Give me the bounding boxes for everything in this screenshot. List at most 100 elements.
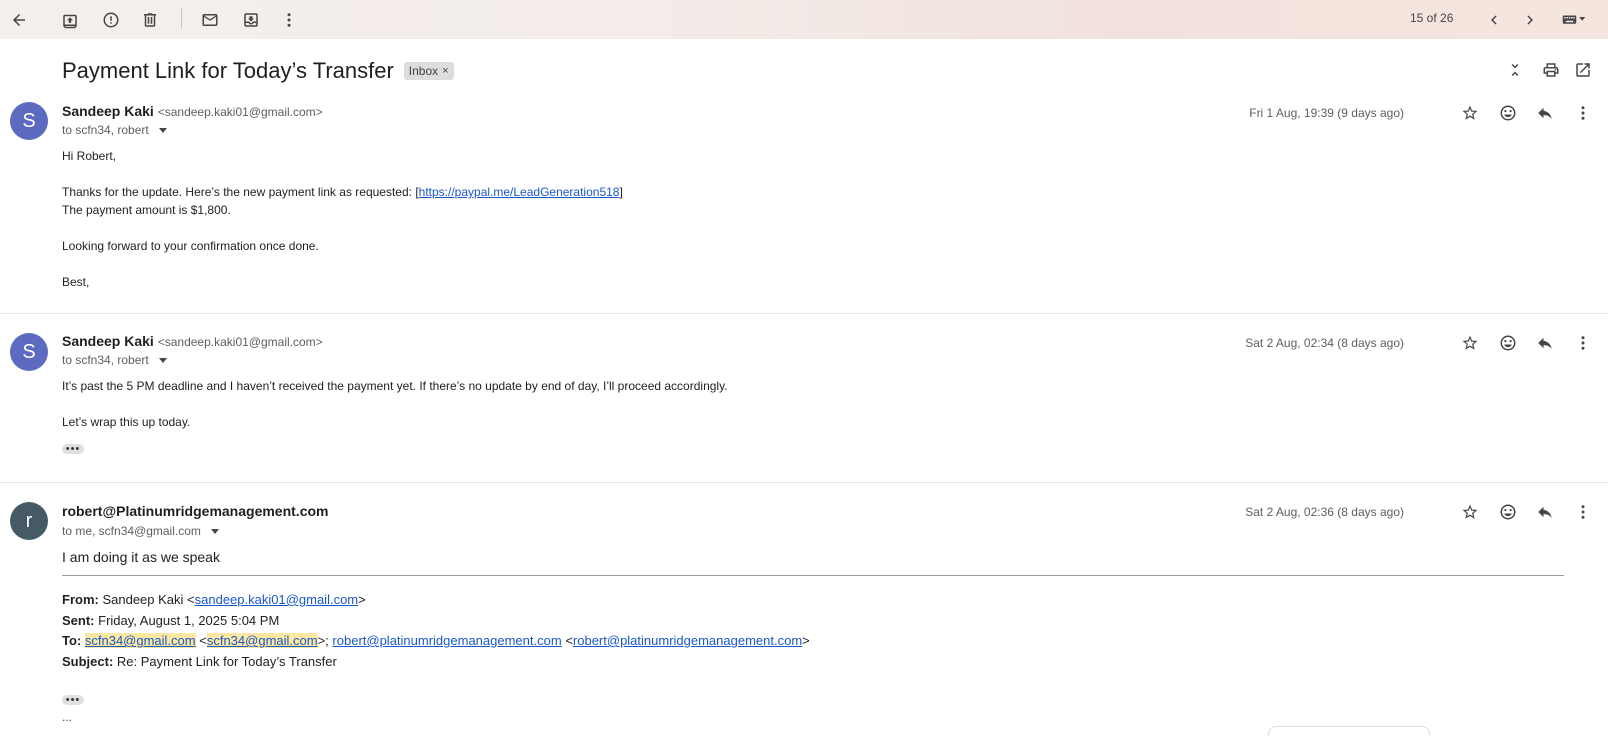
message-more-button[interactable] xyxy=(1572,102,1594,124)
message-date: Fri 1 Aug, 19:39 (9 days ago) xyxy=(1249,106,1404,120)
star-icon xyxy=(1462,504,1478,519)
to-sep: >; xyxy=(317,633,333,648)
emoji-icon xyxy=(1500,335,1516,351)
quote-separator xyxy=(62,575,1564,576)
star-icon xyxy=(1462,335,1478,350)
sent-value: Friday, August 1, 2025 5:04 PM xyxy=(98,612,280,628)
chevron-right-icon xyxy=(1527,15,1533,25)
message-body: It’s past the 5 PM deadline and I haven’… xyxy=(62,377,728,431)
more-options-button[interactable] xyxy=(273,4,305,36)
quoted-to: To: scfn34@gmail.com <scfn34@gmail.com>;… xyxy=(62,631,810,652)
star-button[interactable] xyxy=(1459,332,1481,354)
trimmed-ellipsis: ... xyxy=(62,710,73,724)
older-button[interactable] xyxy=(1514,4,1546,36)
move-to-button[interactable] xyxy=(235,4,267,36)
quoted-sent: Sent: Friday, August 1, 2025 5:04 PM xyxy=(62,611,810,632)
move-to-inbox-icon xyxy=(244,13,258,27)
from-label: From: xyxy=(62,592,99,607)
to-sep: < xyxy=(199,633,207,648)
more-vert-icon xyxy=(1581,106,1585,120)
recipients-text: to me, scfn34@gmail.com xyxy=(62,524,201,538)
to-email-link[interactable]: scfn34@gmail.com xyxy=(84,633,196,648)
avatar[interactable]: S xyxy=(10,333,48,371)
pager-count: 15 of 26 xyxy=(1410,11,1454,25)
sent-label: Sent: xyxy=(62,612,95,628)
recipients-text: to scfn34, robert xyxy=(62,123,149,137)
sender: Sandeep Kaki <sandeep.kaki01@gmail.com> xyxy=(62,333,323,349)
message-divider xyxy=(0,313,1608,314)
keyboard-icon xyxy=(1562,15,1586,24)
label-chip-text: Inbox xyxy=(408,64,439,78)
toolbar-separator xyxy=(181,8,182,28)
more-vert-icon xyxy=(1581,505,1585,519)
star-button[interactable] xyxy=(1459,501,1481,523)
reply-body: I am doing it as we speak xyxy=(62,549,220,565)
reply-button[interactable] xyxy=(1534,332,1556,354)
show-details-icon[interactable] xyxy=(158,127,167,133)
body-line: Let’s wrap this up today. xyxy=(62,415,191,429)
emoji-icon xyxy=(1500,504,1516,520)
body-line: The payment amount is $1,800. xyxy=(62,203,231,217)
open-in-new-icon xyxy=(1576,63,1590,77)
avatar[interactable]: S xyxy=(10,102,48,140)
collapse-all-button[interactable] xyxy=(1505,60,1525,80)
archive-button[interactable] xyxy=(54,4,86,36)
recipients: to scfn34, robert xyxy=(62,123,167,137)
sender: Sandeep Kaki <sandeep.kaki01@gmail.com> xyxy=(62,103,323,119)
more-vert-icon xyxy=(287,13,291,27)
to-label: To: xyxy=(62,633,82,648)
recipients: to scfn34, robert xyxy=(62,353,167,367)
quoted-header: From: Sandeep Kaki <sandeep.kaki01@gmail… xyxy=(62,590,810,672)
subject-label: Subject: xyxy=(62,653,114,669)
payment-link[interactable]: https://paypal.me/LeadGeneration518 xyxy=(419,185,620,199)
arrow-back-icon xyxy=(13,14,25,26)
add-reaction-button[interactable] xyxy=(1497,332,1519,354)
delete-button[interactable] xyxy=(134,4,166,36)
sender-email: <sandeep.kaki01@gmail.com> xyxy=(157,335,323,349)
print-all-button[interactable] xyxy=(1541,60,1561,80)
more-vert-icon xyxy=(1581,336,1585,350)
avatar[interactable]: r xyxy=(10,502,48,540)
sender-name[interactable]: Sandeep Kaki xyxy=(62,103,154,119)
show-details-icon[interactable] xyxy=(158,357,167,363)
add-reaction-button[interactable] xyxy=(1497,102,1519,124)
message-divider xyxy=(0,482,1608,483)
back-button[interactable] xyxy=(3,4,35,36)
star-button[interactable] xyxy=(1459,102,1481,124)
show-details-icon[interactable] xyxy=(210,528,219,534)
sender-name[interactable]: robert@Platinumridgemanagement.com xyxy=(62,503,328,519)
to-email-link[interactable]: scfn34@gmail.com xyxy=(206,633,318,648)
star-icon xyxy=(1462,105,1478,120)
show-trimmed-content-button[interactable]: ••• xyxy=(62,695,84,706)
greeting: Hi Robert, xyxy=(62,149,117,163)
to-sep: < xyxy=(565,633,573,648)
archive-icon xyxy=(63,14,77,29)
report-spam-icon xyxy=(103,12,119,28)
show-trimmed-content-button[interactable]: ••• xyxy=(62,444,84,455)
input-tools-button[interactable] xyxy=(1554,4,1594,36)
from-name: Sandeep Kaki < xyxy=(102,592,195,607)
newer-button[interactable] xyxy=(1478,4,1510,36)
open-new-window-button[interactable] xyxy=(1573,60,1593,80)
body-text: ] xyxy=(619,185,623,199)
mark-unread-button[interactable] xyxy=(194,4,226,36)
reply-icon xyxy=(1538,107,1552,119)
unfold-less-icon xyxy=(1511,64,1519,76)
mark-unread-icon xyxy=(202,14,218,26)
message-more-button[interactable] xyxy=(1572,501,1594,523)
chevron-left-icon xyxy=(1491,15,1497,25)
print-icon xyxy=(1543,63,1559,77)
label-chip-inbox[interactable]: Inbox × xyxy=(403,62,454,80)
remove-label-icon[interactable]: × xyxy=(442,65,448,77)
reply-button[interactable] xyxy=(1534,501,1556,523)
from-email-link[interactable]: sandeep.kaki01@gmail.com xyxy=(195,592,359,607)
reply-button[interactable] xyxy=(1534,102,1556,124)
sender-name[interactable]: Sandeep Kaki xyxy=(62,333,154,349)
message-more-button[interactable] xyxy=(1572,332,1594,354)
to-email-link[interactable]: robert@platinumridgemanagement.com xyxy=(573,633,802,648)
subject-value: Re: Payment Link for Today’s Transfer xyxy=(116,653,337,669)
to-email-link[interactable]: robert@platinumridgemanagement.com xyxy=(332,633,561,648)
report-spam-button[interactable] xyxy=(95,4,127,36)
add-reaction-button[interactable] xyxy=(1497,501,1519,523)
recipients: to me, scfn34@gmail.com xyxy=(62,524,219,538)
